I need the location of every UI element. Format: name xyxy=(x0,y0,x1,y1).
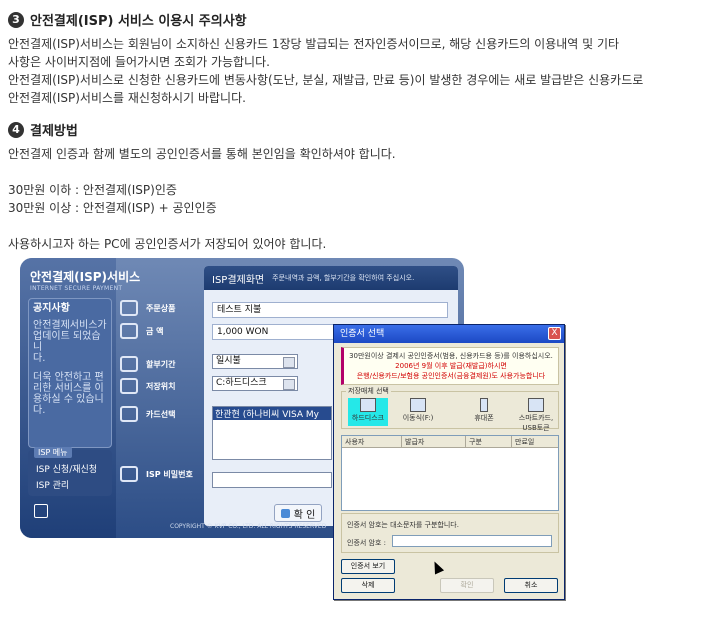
label-password: ISP 비밀번호 xyxy=(120,466,193,482)
card-list[interactable]: 한관현 (하나비씨 VISA My xyxy=(212,406,332,460)
isp-menu-apply[interactable]: ISP 신청/재신청 xyxy=(36,462,97,475)
dialog-titlebar: 인증서 선택 X xyxy=(334,325,564,343)
warning-line: 은행/신용카드/보험용 공인인증서(금융결제원)도 사용가능합니다 xyxy=(356,372,546,380)
isp-form-subtitle: 주문내역과 금액, 할부기간을 확인하여 주십시오. xyxy=(272,274,415,282)
paragraph-line: 사용하시고자 하는 PC에 공인인증서가 저장되어 있어야 합니다. xyxy=(8,237,327,251)
dialog-title: 인증서 선택 xyxy=(340,329,385,339)
product-field: 테스트 지불 xyxy=(212,302,448,318)
card-icon xyxy=(120,406,138,422)
storage-select[interactable]: C:하드디스크 xyxy=(212,376,298,391)
field-labels: 주문상품 금 액 할부기간 저장위치 카드선택 ISP 비밀번호 xyxy=(120,288,200,488)
label-amount: 금 액 xyxy=(120,323,164,339)
phone-icon xyxy=(480,398,488,412)
section-title: 안전결제(ISP) 서비스 이용시 주의사항 xyxy=(30,14,247,29)
copyright: COPYRIGHT © KVP CO., LTD. ALL RIGHTS RES… xyxy=(170,523,327,530)
column-header: 사용자 xyxy=(342,436,402,447)
paragraph-line: 안전결제(ISP)서비스는 회원님이 소지하신 신용카드 1장당 발급되는 전자… xyxy=(8,37,620,51)
paragraph-line: 안전결제(ISP)서비스를 재신청하시기 바랍니다. xyxy=(8,91,246,105)
card-list-item[interactable]: 한관현 (하나비씨 VISA My xyxy=(213,407,331,420)
media-removable[interactable]: 이동식(F:) xyxy=(398,398,438,423)
paragraph-line: 30만원 이하 : 안전결제(ISP)인증 xyxy=(8,183,177,197)
confirm-icon xyxy=(280,508,290,518)
notice-section: 3 안전결제(ISP) 서비스 이용시 주의사항 안전결제(ISP)서비스는 회… xyxy=(8,10,643,107)
section-title: 결제방법 xyxy=(30,124,78,139)
column-header: 구분 xyxy=(466,436,512,447)
label-installment: 할부기간 xyxy=(120,356,175,372)
column-header: 발급자 xyxy=(402,436,466,447)
certificate-table[interactable]: 사용자 발급자 구분 만료일 xyxy=(341,435,559,511)
section-heading: 4 결제방법 xyxy=(8,120,396,139)
notice-line: 다. xyxy=(33,405,46,416)
confirm-label: 확 인 xyxy=(293,509,316,521)
certificate-dialog: 인증서 선택 X 30만원이상 결제시 공인인증서(범용, 신용카드용 등)를 … xyxy=(333,324,565,600)
isp-menu: ISP 메뉴 ISP 신청/재신청 ISP 관리 xyxy=(28,447,112,496)
password-label: 인증서 암호 : xyxy=(347,539,387,547)
notice-line: 안전결제서비스가 xyxy=(33,320,107,331)
notice-line: 리한 서비스를 이 xyxy=(33,383,104,394)
isp-brand: 안전결제(ISP)서비스 xyxy=(30,270,141,284)
number-badge: 3 xyxy=(8,11,24,28)
certificate-password-input[interactable] xyxy=(392,535,552,547)
isp-brand-sub: INTERNET SECURE PAYMENT xyxy=(30,285,123,292)
installment-select[interactable]: 일시불 xyxy=(212,354,298,369)
isp-form-header: ISP결제화면 주문내역과 금액, 할부기간을 확인하여 주십시오. xyxy=(204,266,458,290)
lock-icon xyxy=(34,504,48,518)
view-certificate-button[interactable]: 인증서 보기 xyxy=(341,559,395,574)
mouse-cursor-icon xyxy=(429,559,445,575)
isp-form-title: ISP결제화면 xyxy=(212,274,265,286)
section-heading: 3 안전결제(ISP) 서비스 이용시 주의사항 xyxy=(8,10,643,29)
close-icon[interactable]: X xyxy=(548,327,561,340)
paragraph-line: 안전결제(ISP)서비스로 신청한 신용카드에 변동사항(도난, 분실, 재발급… xyxy=(8,73,644,87)
warning-line: 30만원이상 결제시 공인인증서(범용, 신용카드용 등)를 이용하십시오. xyxy=(349,352,553,360)
table-header: 사용자 발급자 구분 만료일 xyxy=(342,436,558,448)
delete-button[interactable]: 삭제 xyxy=(341,578,395,593)
password-box: 인증서 암호는 대소문자를 구분합니다. 인증서 암호 : xyxy=(341,513,559,553)
number-badge: 4 xyxy=(8,121,24,138)
media-label: 저장매체 선택 xyxy=(346,386,391,396)
isp-menu-manage[interactable]: ISP 관리 xyxy=(36,478,69,491)
notice-line: 더욱 안전하고 편 xyxy=(33,372,104,383)
label-product: 주문상품 xyxy=(120,300,175,316)
notice-title: 공지사항 xyxy=(33,303,70,314)
paragraph-line: 사항은 사이버지점에 들어가시면 조회가 가능합니다. xyxy=(8,55,270,69)
isp-menu-tag: ISP 메뉴 xyxy=(34,447,72,458)
isp-password-input[interactable] xyxy=(212,472,332,488)
cart-icon xyxy=(120,300,138,316)
key-icon xyxy=(120,466,138,482)
label-storage: 저장위치 xyxy=(120,378,175,394)
paragraph-line: 안전결제 인증과 함께 별도의 공인인증서를 통해 본인임을 확인하셔야 합니다… xyxy=(8,147,396,161)
paragraph-line: 30만원 이상 : 안전결제(ISP) + 공인인증 xyxy=(8,201,217,215)
payment-method-section: 4 결제방법 안전결제 인증과 함께 별도의 공인인증서를 통해 본인임을 확인… xyxy=(8,120,396,253)
clock-icon xyxy=(120,356,138,372)
smartcard-icon xyxy=(528,398,544,412)
isp-confirm-button[interactable]: 확 인 xyxy=(274,504,322,522)
password-note: 인증서 암호는 대소문자를 구분합니다. xyxy=(347,521,459,529)
notice-line: 용하실 수 있습니 xyxy=(33,394,104,405)
coin-icon xyxy=(120,323,138,339)
notice-line: 업데이트 되었습니 xyxy=(33,331,101,353)
cancel-button[interactable]: 취소 xyxy=(504,578,558,593)
column-header: 만료일 xyxy=(515,438,535,446)
floppy-icon xyxy=(410,398,426,412)
media-selector: 저장매체 선택 하드디스크 이동식(F:) 휴대폰 스마트카드, USB토큰 xyxy=(341,386,559,432)
media-harddisk[interactable]: 하드디스크 xyxy=(348,398,388,426)
notice-box: 공지사항 안전결제서비스가 업데이트 되었습니 다. 더욱 안전하고 편 리한 … xyxy=(28,298,112,448)
harddisk-icon xyxy=(360,398,376,412)
warning-box: 30만원이상 결제시 공인인증서(범용, 신용카드용 등)를 이용하십시오. 2… xyxy=(341,347,559,385)
label-card: 카드선택 xyxy=(120,406,175,422)
folder-icon xyxy=(120,378,138,394)
confirm-button[interactable]: 확인 xyxy=(440,578,494,593)
warning-line: 2006년 9월 이후 발급(재발급)하시면 xyxy=(395,362,507,370)
media-smartcard[interactable]: 스마트카드, USB토큰 xyxy=(514,398,558,433)
notice-line: 다. xyxy=(33,353,46,364)
media-phone[interactable]: 휴대폰 xyxy=(464,398,504,423)
